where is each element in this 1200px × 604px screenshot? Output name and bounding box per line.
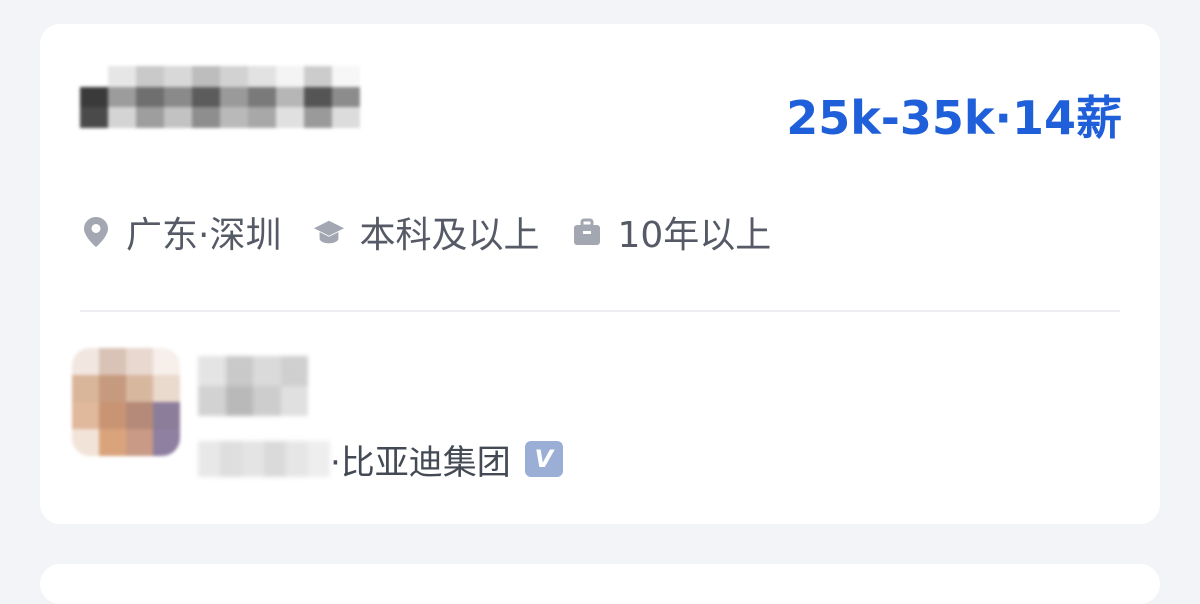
experience-requirement: 10年以上: [571, 206, 771, 258]
recruiter-name-redacted: [198, 356, 308, 416]
avatar[interactable]: [72, 348, 180, 456]
education-text: 本科及以上: [359, 215, 540, 256]
experience-text: 10年以上: [617, 215, 772, 256]
location-text: 广东·深圳: [126, 215, 282, 256]
next-job-card[interactable]: [40, 564, 1160, 604]
map-pin-icon: [80, 216, 112, 248]
graduation-cap-icon: [313, 216, 345, 248]
recruiter-title-redacted: [198, 441, 330, 477]
divider: [80, 310, 1120, 312]
job-card[interactable]: 25k-35k·14薪 广东·深圳 本科及以上 10年以上 ·比亚迪集团 V: [40, 24, 1160, 524]
briefcase-icon: [571, 216, 603, 248]
company-name: ·比亚迪集团: [330, 442, 511, 483]
job-title-redacted: [80, 66, 360, 128]
salary-label: 25k-35k·14薪: [786, 91, 1122, 145]
job-requirements: 广东·深圳 本科及以上 10年以上: [80, 206, 803, 258]
location-requirement: 广东·深圳: [80, 206, 281, 258]
verified-badge-icon: V: [524, 441, 563, 477]
recruiter-company-line: ·比亚迪集团 V: [198, 434, 563, 484]
education-requirement: 本科及以上: [313, 206, 539, 258]
